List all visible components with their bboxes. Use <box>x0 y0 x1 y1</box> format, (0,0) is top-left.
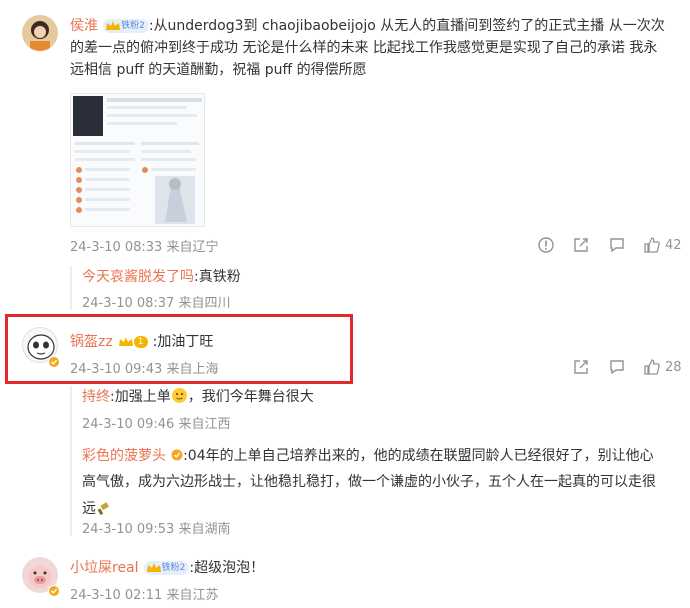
comment-text-line: 的差一点的俯冲到终于成功 无论是什么样的未来 比起找工作我感觉更是实现了自己的承… <box>70 40 658 56</box>
crown-icon <box>106 20 121 30</box>
share-icon <box>574 238 588 252</box>
reply-username[interactable]: 持终 <box>82 389 110 405</box>
reply-text: :加强上单 <box>110 389 171 405</box>
fan-badge[interactable]: 铁粉2 <box>143 560 190 575</box>
report-button[interactable] <box>537 236 555 254</box>
report-icon <box>538 237 554 253</box>
comment-text: :从underdog3到 chaojibaobeijojo 从无人的直播间到签约… <box>148 18 665 34</box>
comment-button[interactable] <box>608 358 626 376</box>
comment-time: 24-3-10 08:33 <box>70 240 163 255</box>
like-count: 42 <box>665 237 682 253</box>
reply-text-line: 高气傲，成为六边形战士，让他稳扎稳打，做一个谦虚的小伙子，五个人在一起真的可以走… <box>82 474 656 490</box>
reply-location: 来自四川 <box>178 296 231 311</box>
reply-time: 24-3-10 09:46 <box>82 417 175 432</box>
crown-icon <box>146 562 161 572</box>
comment-time: 24-3-10 02:11 <box>70 588 163 603</box>
reply-time: 24-3-10 09:53 <box>82 522 175 537</box>
comment-icon <box>610 238 624 253</box>
verified-badge-icon <box>171 449 183 461</box>
verified-badge-icon <box>48 585 60 597</box>
repost-button[interactable] <box>572 236 590 254</box>
reply-username[interactable]: 彩色的菠萝头 <box>82 448 166 464</box>
comment-text-line: 远相信 puff 的天道酬勤，祝福 puff 的得偿所愿 <box>70 62 367 78</box>
reply-text: :04年的上单自己培养出来的，他的成绩在联盟同龄人已经很好了，别让他心 <box>183 448 654 464</box>
fan-badge[interactable]: 铁粉2 <box>103 18 149 33</box>
emoji-icon <box>171 388 187 403</box>
comment-username[interactable]: 侯淮 <box>70 18 98 34</box>
reply-username[interactable]: 今天哀酱脱发了吗 <box>82 269 194 285</box>
avatar[interactable] <box>22 15 58 51</box>
comment-button[interactable] <box>608 236 626 254</box>
comment-text: :超级泡泡！ <box>189 560 265 576</box>
emoji-icon <box>97 502 109 516</box>
repost-button[interactable] <box>572 358 590 376</box>
highlight-box <box>5 314 353 384</box>
share-icon <box>574 360 588 374</box>
like-icon <box>644 359 660 375</box>
comment-icon <box>610 360 624 375</box>
like-button[interactable]: 28 <box>643 358 682 376</box>
reply-location: 来自湖南 <box>178 522 231 537</box>
like-count: 28 <box>665 359 682 375</box>
comment-location: 来自辽宁 <box>166 240 219 255</box>
reply-text-line: 远 <box>82 501 96 517</box>
reply-location: 来自江西 <box>178 417 231 432</box>
like-icon <box>644 237 660 253</box>
reply-text-tail: ，我们今年舞台很大 <box>187 389 314 405</box>
reply-text: :真铁粉 <box>194 269 241 285</box>
like-button[interactable]: 42 <box>643 236 682 254</box>
comment-username[interactable]: 小垃屎real <box>70 560 139 576</box>
reply-time: 24-3-10 08:37 <box>82 296 175 311</box>
comment-location: 来自江苏 <box>166 588 219 603</box>
comment-image[interactable] <box>70 93 205 227</box>
